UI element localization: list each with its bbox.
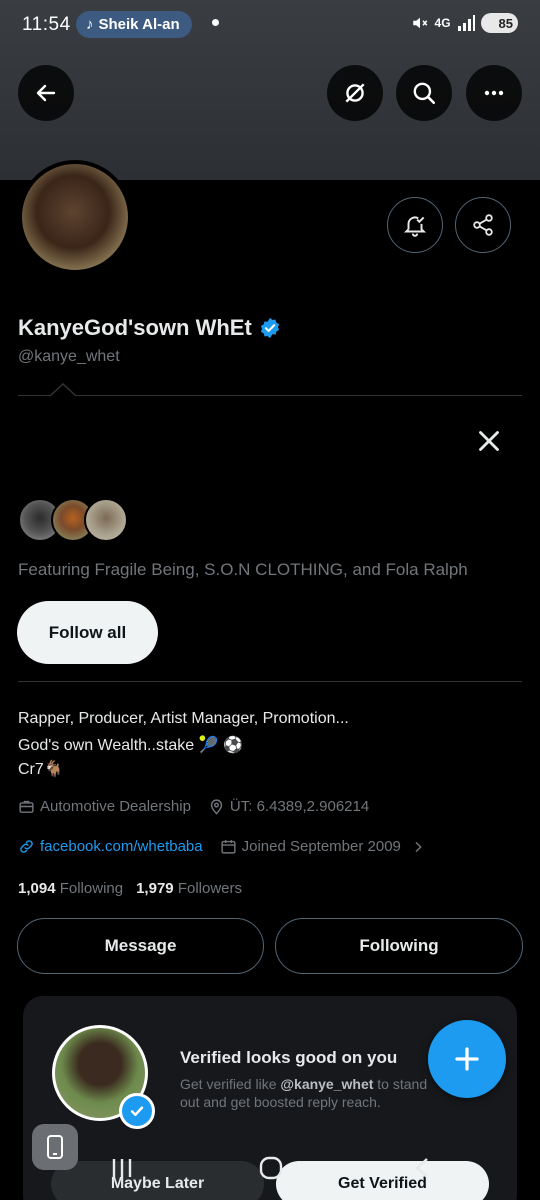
link-icon xyxy=(20,840,33,853)
recent-apps-icon[interactable] xyxy=(110,1157,134,1179)
battery-icon: 85 xyxy=(480,13,518,33)
bell-check-icon xyxy=(403,216,427,237)
featuring-text: Featuring Fragile Being, S.O.N CLOTHING,… xyxy=(18,560,468,579)
bio-line: Cr7🐐 xyxy=(18,761,64,778)
bio-divider xyxy=(18,681,522,682)
more-button[interactable] xyxy=(466,65,522,121)
caret-notch-icon xyxy=(50,383,76,397)
profile-avatar[interactable] xyxy=(18,160,132,274)
following-button[interactable]: Following xyxy=(275,918,523,974)
follow-counts: 1,094 Following 1,979 Followers xyxy=(18,880,242,897)
profile-meta-row: facebook.com/whetbaba Joined September 2… xyxy=(18,838,426,855)
followers-count-label: Followers xyxy=(177,880,242,897)
following-count: 1,094 xyxy=(18,880,56,897)
floating-phone-widget[interactable] xyxy=(32,1124,78,1170)
notification-pill[interactable]: ♪ Sheik Al-an xyxy=(76,11,192,38)
back-arrow-icon xyxy=(36,84,56,102)
profile-location: ÜT: 6.4389,2.906214 xyxy=(229,798,370,815)
status-time: 11:54 xyxy=(22,14,71,35)
notification-pill-label: Sheik Al-an xyxy=(98,16,180,33)
share-icon xyxy=(473,214,493,236)
close-suggestions-button[interactable] xyxy=(472,424,506,458)
profile-name-row: KanyeGod'sown WhEt xyxy=(18,315,281,341)
get-verified-button[interactable]: Get Verified xyxy=(276,1161,489,1200)
profile-meta-row: Automotive Dealership ÜT: 6.4389,2.90621… xyxy=(18,798,369,815)
system-icons: 4G 85 xyxy=(411,13,518,33)
suggestions-divider xyxy=(18,395,522,396)
signal-icon xyxy=(457,15,475,31)
battery-level: 85 xyxy=(498,15,513,31)
calendar-icon xyxy=(221,840,236,854)
notification-dot xyxy=(212,19,219,26)
status-bar: 11:54 ♪ Sheik Al-an 4G 85 xyxy=(0,0,540,50)
location-pin-icon xyxy=(210,799,223,815)
search-icon xyxy=(413,82,436,105)
network-label: 4G xyxy=(434,16,451,30)
close-icon xyxy=(479,431,499,451)
bio-line: God's own Wealth..stake 🎾 ⚽ xyxy=(18,737,243,754)
home-icon[interactable] xyxy=(258,1155,284,1181)
notifications-button[interactable] xyxy=(387,197,443,253)
display-name: KanyeGod'sown WhEt xyxy=(18,315,252,340)
following-count-link[interactable]: 1,094 Following xyxy=(18,880,123,897)
suggested-avatars[interactable] xyxy=(18,498,128,542)
profile-handle: @kanye_whet xyxy=(18,348,120,365)
profile-joined-date: Joined September 2009 xyxy=(241,838,401,855)
verified-check-icon xyxy=(119,1093,155,1129)
promo-title: Verified looks good on you xyxy=(180,1048,398,1067)
promo-subtitle: Get verified like @kanye_whet to stand o… xyxy=(180,1075,440,1111)
verified-badge-icon xyxy=(260,317,279,339)
grok-icon xyxy=(345,83,365,103)
back-nav-icon[interactable] xyxy=(412,1157,432,1179)
more-icon xyxy=(484,90,504,96)
following-count-label: Following xyxy=(59,880,124,897)
maybe-later-button[interactable]: Maybe Later xyxy=(51,1161,264,1200)
bio-line: Rapper, Producer, Artist Manager, Promot… xyxy=(18,710,349,727)
follow-all-button[interactable]: Follow all xyxy=(17,601,158,664)
promo-subtitle-handle: @kanye_whet xyxy=(280,1076,374,1092)
chevron-right-icon[interactable] xyxy=(410,839,426,855)
tiktok-icon: ♪ xyxy=(86,16,94,33)
share-button[interactable] xyxy=(455,197,511,253)
grok-button[interactable] xyxy=(327,65,383,121)
phone-icon xyxy=(47,1135,63,1159)
plus-icon xyxy=(455,1047,479,1071)
profile-website-link[interactable]: facebook.com/whetbaba xyxy=(40,838,203,855)
followers-count: 1,979 xyxy=(136,880,174,897)
compose-button[interactable] xyxy=(428,1020,506,1098)
profile-category: Automotive Dealership xyxy=(40,798,191,815)
search-button[interactable] xyxy=(396,65,452,121)
mute-icon xyxy=(412,17,427,29)
promo-subtitle-prefix: Get verified like xyxy=(180,1076,281,1092)
message-button[interactable]: Message xyxy=(17,918,264,974)
briefcase-icon xyxy=(19,800,34,813)
followers-count-link[interactable]: 1,979 Followers xyxy=(136,880,242,897)
back-button[interactable] xyxy=(18,65,74,121)
suggested-avatar xyxy=(84,498,128,542)
